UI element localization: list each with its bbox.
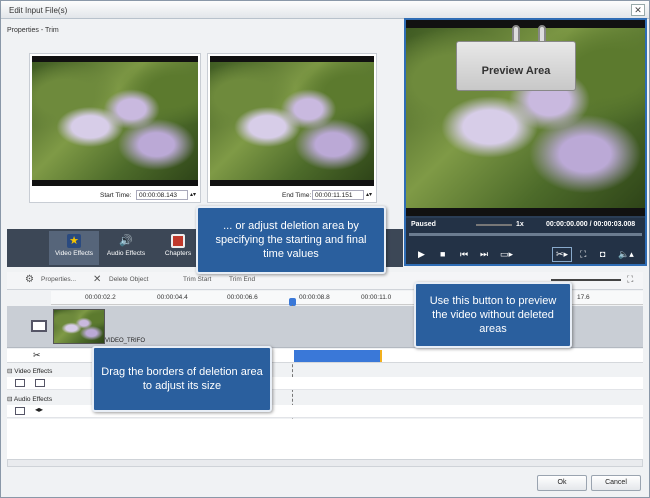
tab-audio-effects-label: Audio Effects (106, 250, 146, 257)
film-strip-icon (31, 320, 47, 332)
audio-effects-label: Audio Effects (13, 396, 53, 403)
clip-label: VIDEO_TRIFO (105, 338, 146, 344)
start-time-field[interactable]: 00:00:08.143 (136, 190, 188, 200)
zoom-slider[interactable] (551, 279, 621, 281)
preview-area-tag: Preview Area (456, 41, 576, 91)
audio-effect-add-icon[interactable]: ◂▸ (35, 405, 43, 414)
start-frame-panel: Start Time: 00:00:08.143 ▴▾ (29, 53, 201, 203)
speaker-icon: 🔊 (119, 235, 133, 247)
start-time-spinner-icon[interactable]: ▴▾ (190, 191, 196, 198)
cancel-button[interactable]: Cancel (591, 475, 641, 491)
snapshot-icon[interactable]: ◘ (600, 249, 605, 259)
film-icon (171, 234, 185, 248)
stop-icon[interactable]: ■ (440, 249, 445, 259)
audio-effect-icon[interactable] (15, 407, 25, 415)
timeline-scrollbar[interactable] (7, 459, 643, 467)
playback-time: 00:00:00.000 / 00:00:03.008 (546, 221, 636, 228)
tab-audio-effects[interactable]: 🔊 Audio Effects (101, 231, 151, 265)
tab-video-effects[interactable]: ★ Video Effects (49, 231, 99, 265)
volume-icon[interactable]: 🔈▴ (618, 249, 634, 260)
playback-speed: 1x (516, 221, 524, 228)
playback-status: Paused (411, 221, 436, 228)
deletion-area[interactable] (294, 350, 382, 362)
ruler-tick: 00:00:04.4 (157, 294, 188, 301)
window-title: Edit Input File(s) (9, 6, 68, 15)
properties-button[interactable]: Properties... (41, 276, 76, 283)
video-effects-label: Video Effects (14, 368, 53, 375)
gear-icon: ⚙ (25, 274, 34, 285)
end-time-spinner-icon[interactable]: ▴▾ (366, 191, 372, 198)
ruler-tick: 17.6 (577, 294, 590, 301)
tab-chapters-label: Chapters (164, 250, 192, 257)
video-effect-icon[interactable] (15, 379, 25, 387)
previous-frame-icon[interactable]: ⏮ (460, 249, 468, 260)
video-effects-row-label: ⊟ Video Effects (7, 368, 53, 375)
player-control-bar: Paused 1x 00:00:00.000 / 00:00:03.008 ▶ … (406, 218, 645, 264)
fullscreen-icon[interactable]: ⛶ (580, 249, 586, 260)
play-icon[interactable]: ▶ (418, 249, 425, 260)
trim-start-button[interactable]: Trim Start (183, 276, 211, 283)
scissors-icon: ✂ (33, 350, 41, 360)
ok-button[interactable]: Ok (537, 475, 587, 491)
star-icon: ★ (67, 234, 81, 248)
ruler-tick: 00:00:06.6 (227, 294, 258, 301)
delete-object-button[interactable]: Delete Object (109, 276, 148, 283)
panel-title: Properties - Trim (7, 27, 59, 34)
audio-effects-row-label: ⊟ Audio Effects (7, 396, 53, 403)
seek-bar[interactable] (409, 233, 642, 236)
end-frame-thumbnail (210, 56, 374, 186)
start-frame-thumbnail (32, 56, 198, 186)
video-clip[interactable] (53, 309, 105, 344)
drag-borders-callout: Drag the borders of deletion area to adj… (92, 346, 272, 412)
end-time-field[interactable]: 00:00:11.151 (312, 190, 364, 200)
trim-end-button[interactable]: Trim End (229, 276, 255, 283)
close-button[interactable]: ✕ (631, 4, 645, 16)
tab-video-effects-label: Video Effects (54, 250, 94, 257)
ruler-tick: 00:00:08.8 (299, 294, 330, 301)
video-effect-add-icon[interactable] (35, 379, 45, 387)
volume-slider[interactable] (476, 224, 512, 226)
ruler-tick: 00:00:02.2 (85, 294, 116, 301)
preview-button-callout: Use this button to preview the video wit… (414, 282, 572, 348)
next-frame-icon[interactable]: ⏭ (480, 249, 488, 260)
title-bar: Edit Input File(s) ✕ (1, 1, 649, 19)
adjust-time-callout: ... or adjust deletion area by specifyin… (196, 206, 386, 274)
delete-icon: ✕ (93, 274, 102, 285)
ruler-tick: 00:00:11.0 (361, 294, 392, 301)
start-time-label: Start Time: (100, 192, 132, 199)
fit-icon[interactable]: ⛶ (627, 274, 633, 285)
end-time-label: End Time: (282, 192, 312, 199)
end-frame-panel: End Time: 00:00:11.151 ▴▾ (207, 53, 377, 203)
marker-icon[interactable]: ▭▸ (500, 249, 513, 260)
timeline-empty-area (7, 419, 643, 459)
preview-without-deleted-button[interactable]: ✂▸ (552, 247, 573, 262)
